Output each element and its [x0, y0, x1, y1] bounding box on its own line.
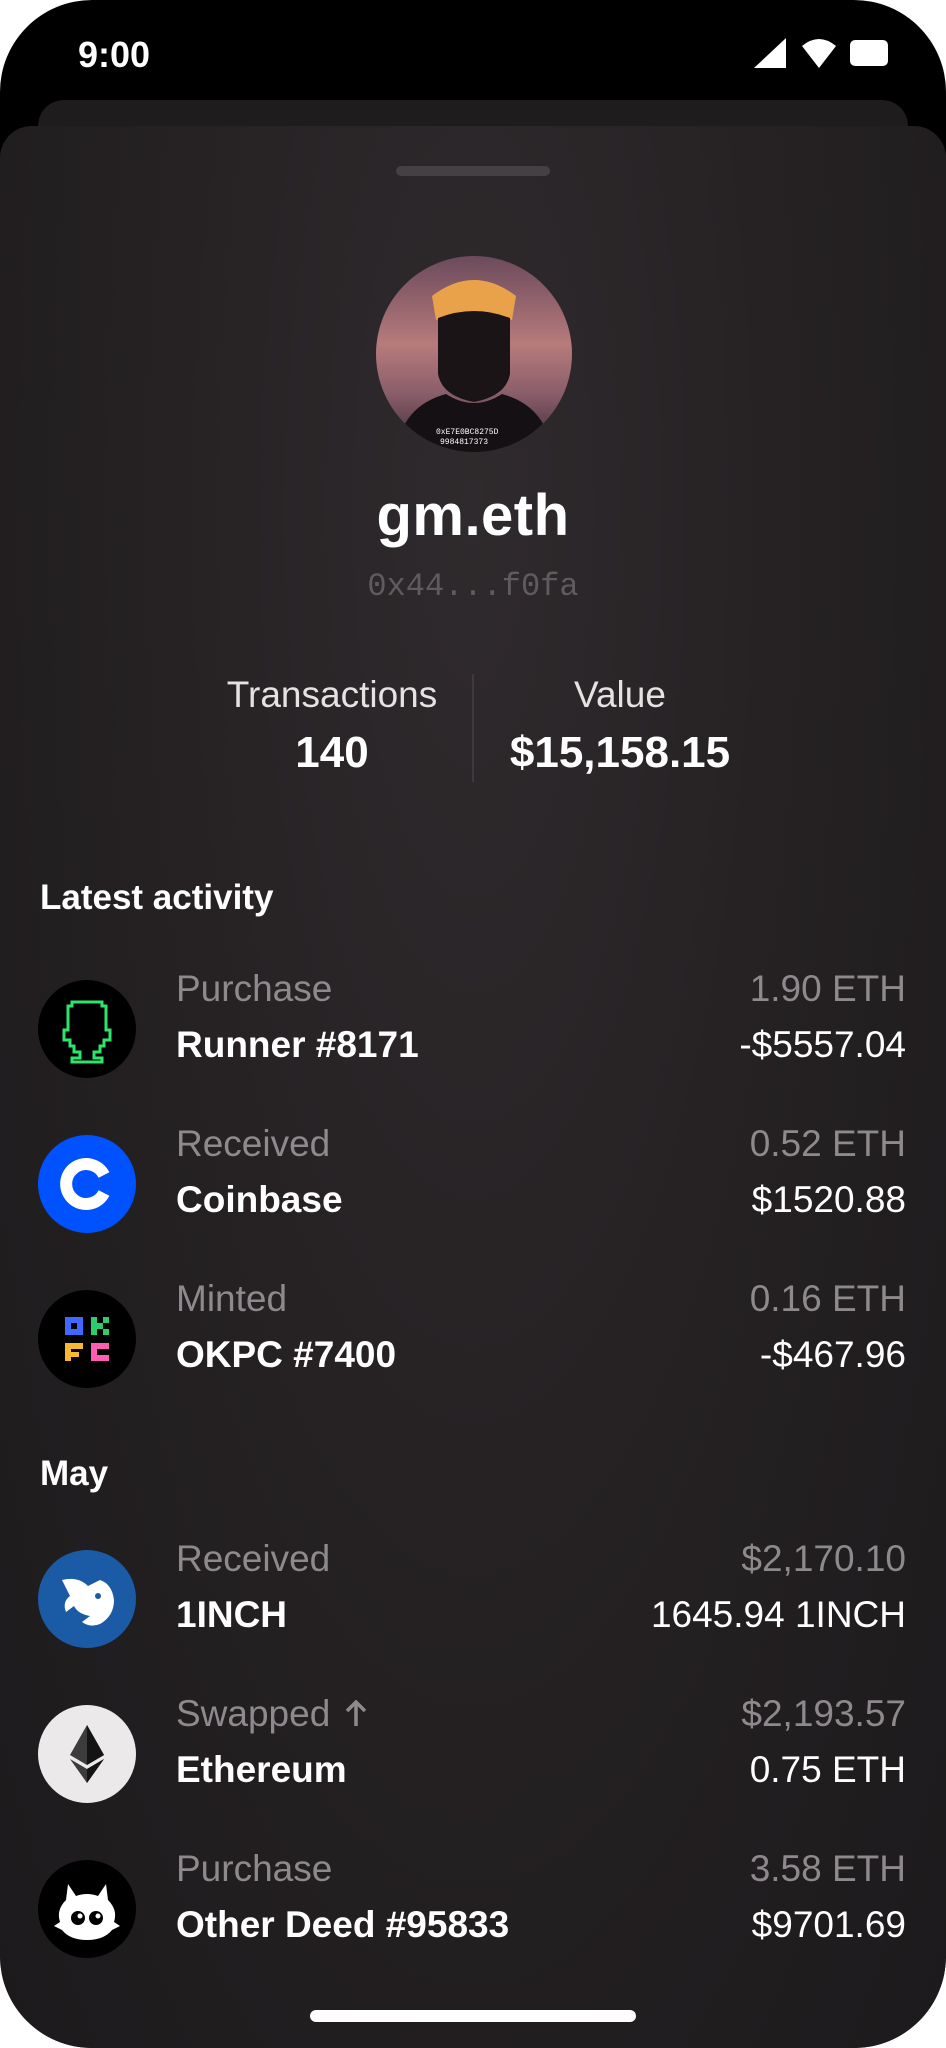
activity-item-name: Ethereum	[176, 1749, 347, 1790]
activity-amount-primary: $1520.88	[751, 1179, 906, 1220]
arrow-up-icon	[346, 1700, 367, 1726]
activity-amount-secondary: 0.52 ETH	[749, 1123, 906, 1164]
stat-transactions-label: Transactions	[226, 674, 438, 715]
profile-avatar[interactable]: 0xE7E0BC8275D 9984817373	[376, 256, 572, 452]
activity-type: Minted	[176, 1278, 288, 1319]
activity-amount-primary: 1645.94 1INCH	[650, 1594, 906, 1635]
activity-row[interactable]: Received Coinbase 0.52 ETH $1520.88	[0, 1123, 946, 1253]
stat-transactions: Transactions 140	[212, 674, 452, 778]
activity-row[interactable]: Purchase Other Deed #95833 3.58 ETH $970…	[0, 1848, 946, 1978]
profile-sheet[interactable]: 0xE7E0BC8275D 9984817373 gm.eth 0x44...f…	[0, 126, 946, 2048]
stats-divider	[472, 674, 474, 782]
stats-summary: Transactions 140 Value $15,158.15	[0, 674, 946, 784]
activity-row[interactable]: Received 1INCH $2,170.10 1645.94 1INCH	[0, 1538, 946, 1668]
ethereum-icon	[38, 1705, 136, 1803]
activity-item-name: 1INCH	[176, 1594, 288, 1635]
activity-row[interactable]: Swapped Ethereum $2,193.57 0.75 ETH	[0, 1693, 946, 1823]
activity-amount-secondary: $2,170.10	[741, 1538, 906, 1579]
signal-icon	[754, 38, 786, 68]
activity-amount-primary: $9701.69	[751, 1904, 906, 1945]
activity-item-name: Other Deed #95833	[176, 1904, 510, 1945]
stat-transactions-value: 140	[295, 728, 369, 777]
stat-value: Value $15,158.15	[482, 674, 758, 778]
otherdeed-icon	[38, 1860, 136, 1958]
home-indicator[interactable]	[310, 2010, 636, 2022]
activity-item-name: Coinbase	[176, 1179, 343, 1220]
okpc-icon	[38, 1290, 136, 1388]
runner-nft-icon	[38, 980, 136, 1078]
coinbase-icon	[38, 1135, 136, 1233]
stat-value-label: Value	[574, 674, 666, 715]
activity-type-swapped: Swapped	[176, 1693, 368, 1735]
activity-amount-primary: -$467.96	[759, 1334, 906, 1375]
section-title-latest: Latest activity	[40, 878, 274, 917]
phone-frame: 9:00 0xE7E0BC8275D 9984817373 gm.eth 0x4…	[0, 0, 946, 2048]
activity-amount-secondary: 1.90 ETH	[749, 968, 906, 1009]
wallet-address[interactable]: 0x44...f0fa	[0, 568, 946, 605]
avatar-silhouette: 0xE7E0BC8275D 9984817373	[396, 280, 552, 452]
status-bar: 9:00	[0, 0, 946, 100]
activity-amount-primary: -$5557.04	[739, 1024, 906, 1065]
sheet-grabber[interactable]	[396, 166, 550, 176]
activity-row[interactable]: Minted OKPC #7400 0.16 ETH -$467.96	[0, 1278, 946, 1408]
svg-text:9984817373: 9984817373	[440, 438, 488, 447]
status-time: 9:00	[78, 34, 151, 75]
1inch-icon	[38, 1550, 136, 1648]
activity-amount-secondary: 3.58 ETH	[749, 1848, 906, 1889]
svg-text:0xE7E0BC8275D: 0xE7E0BC8275D	[436, 428, 499, 437]
activity-amount-secondary: $2,193.57	[741, 1693, 906, 1734]
activity-item-name: OKPC #7400	[176, 1334, 397, 1375]
profile-name: gm.eth	[376, 483, 570, 548]
status-icons	[754, 36, 888, 70]
activity-type: Received	[176, 1538, 331, 1579]
section-title-may: May	[40, 1454, 109, 1493]
wifi-icon	[802, 39, 836, 68]
activity-type: Purchase	[176, 968, 333, 1009]
activity-type: Received	[176, 1123, 331, 1164]
stat-value-amount: $15,158.15	[509, 728, 731, 777]
activity-amount-primary: 0.75 ETH	[749, 1749, 906, 1790]
activity-row[interactable]: Purchase Runner #8171 1.90 ETH -$5557.04	[0, 968, 946, 1098]
activity-item-name: Runner #8171	[176, 1024, 419, 1065]
activity-amount-secondary: 0.16 ETH	[749, 1278, 906, 1319]
activity-type: Swapped	[176, 1693, 331, 1734]
battery-icon	[850, 40, 888, 66]
activity-type: Purchase	[176, 1848, 333, 1889]
